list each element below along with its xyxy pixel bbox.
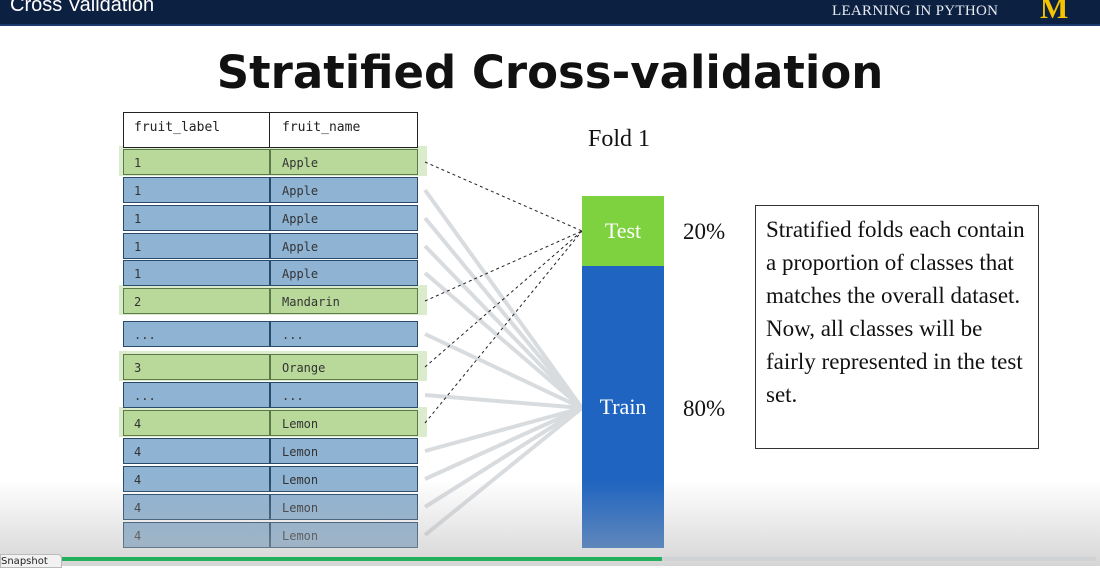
train-connector [423,216,584,410]
cell-fruit-name: Lemon [270,494,418,520]
cell-fruit-name: Lemon [270,438,418,464]
train-label: Train [599,394,647,419]
cell-fruit-label: 4 [123,522,270,548]
cell-fruit-name: Orange [270,354,418,380]
table-row: ...... [123,321,418,347]
cell-fruit-name: Lemon [270,522,418,548]
test-percent: 20% [683,219,726,244]
cell-fruit-label: 4 [123,466,270,492]
fold-label: Fold 1 [588,126,651,152]
cell-fruit-name: ... [270,382,418,408]
table-row: 1 Apple [119,146,427,176]
table-row: 1 Apple [123,177,418,203]
cell-fruit-name: Apple [270,233,418,259]
cell-fruit-name: ... [270,321,418,347]
table-row: 4 Lemon [123,466,418,492]
cell-fruit-name: Mandarin [270,288,418,314]
cell-fruit-name: Apple [270,205,418,231]
cell-fruit-label: 1 [123,260,270,286]
table-row: 4 Lemon [123,438,418,464]
table-row: 2 Mandarin [119,285,427,315]
train-connector [423,244,584,410]
cell-fruit-name: Apple [270,260,418,286]
table-header: fruit_label fruit_name [123,112,418,148]
table-row: ...... [123,382,418,408]
train-percent: 80% [683,396,726,421]
table-row: 3 Orange [119,351,427,381]
table-row: 1 Apple [123,233,418,259]
cell-fruit-label: 3 [123,354,270,380]
table-row: 4 Lemon [119,407,427,437]
cell-fruit-label: 1 [123,177,270,203]
cell-fruit-label: ... [123,382,270,408]
table-row: 1 Apple [123,205,418,231]
cell-fruit-label: 2 [123,288,270,314]
cell-fruit-label: 4 [123,494,270,520]
cell-fruit-label: 1 [123,233,270,259]
column-header-name: fruit_name [282,120,361,135]
train-connector [423,271,584,410]
cell-fruit-label: ... [123,321,270,347]
column-header-label: fruit_label [124,113,270,147]
train-segment: Train [582,266,664,548]
cell-fruit-name: Lemon [270,410,418,436]
cell-fruit-label: 4 [123,410,270,436]
explanation-box: Stratified folds each contain a proporti… [755,205,1039,449]
test-segment: Test [582,196,664,266]
cell-fruit-name: Apple [270,149,418,175]
cell-fruit-label: 4 [123,438,270,464]
cell-fruit-label: 1 [123,149,270,175]
train-connector [423,406,584,537]
test-connector [424,230,583,368]
table-row: 4 Lemon [123,522,418,548]
train-connector [423,406,584,509]
test-connector [424,230,583,302]
table-row: 1 Apple [123,260,418,286]
table-row: 4 Lemon [123,494,418,520]
video-progress-fill [62,557,662,561]
video-progress-bar[interactable] [62,557,1096,561]
cell-fruit-name: Apple [270,177,418,203]
cell-fruit-name: Lemon [270,466,418,492]
cell-fruit-label: 1 [123,205,270,231]
